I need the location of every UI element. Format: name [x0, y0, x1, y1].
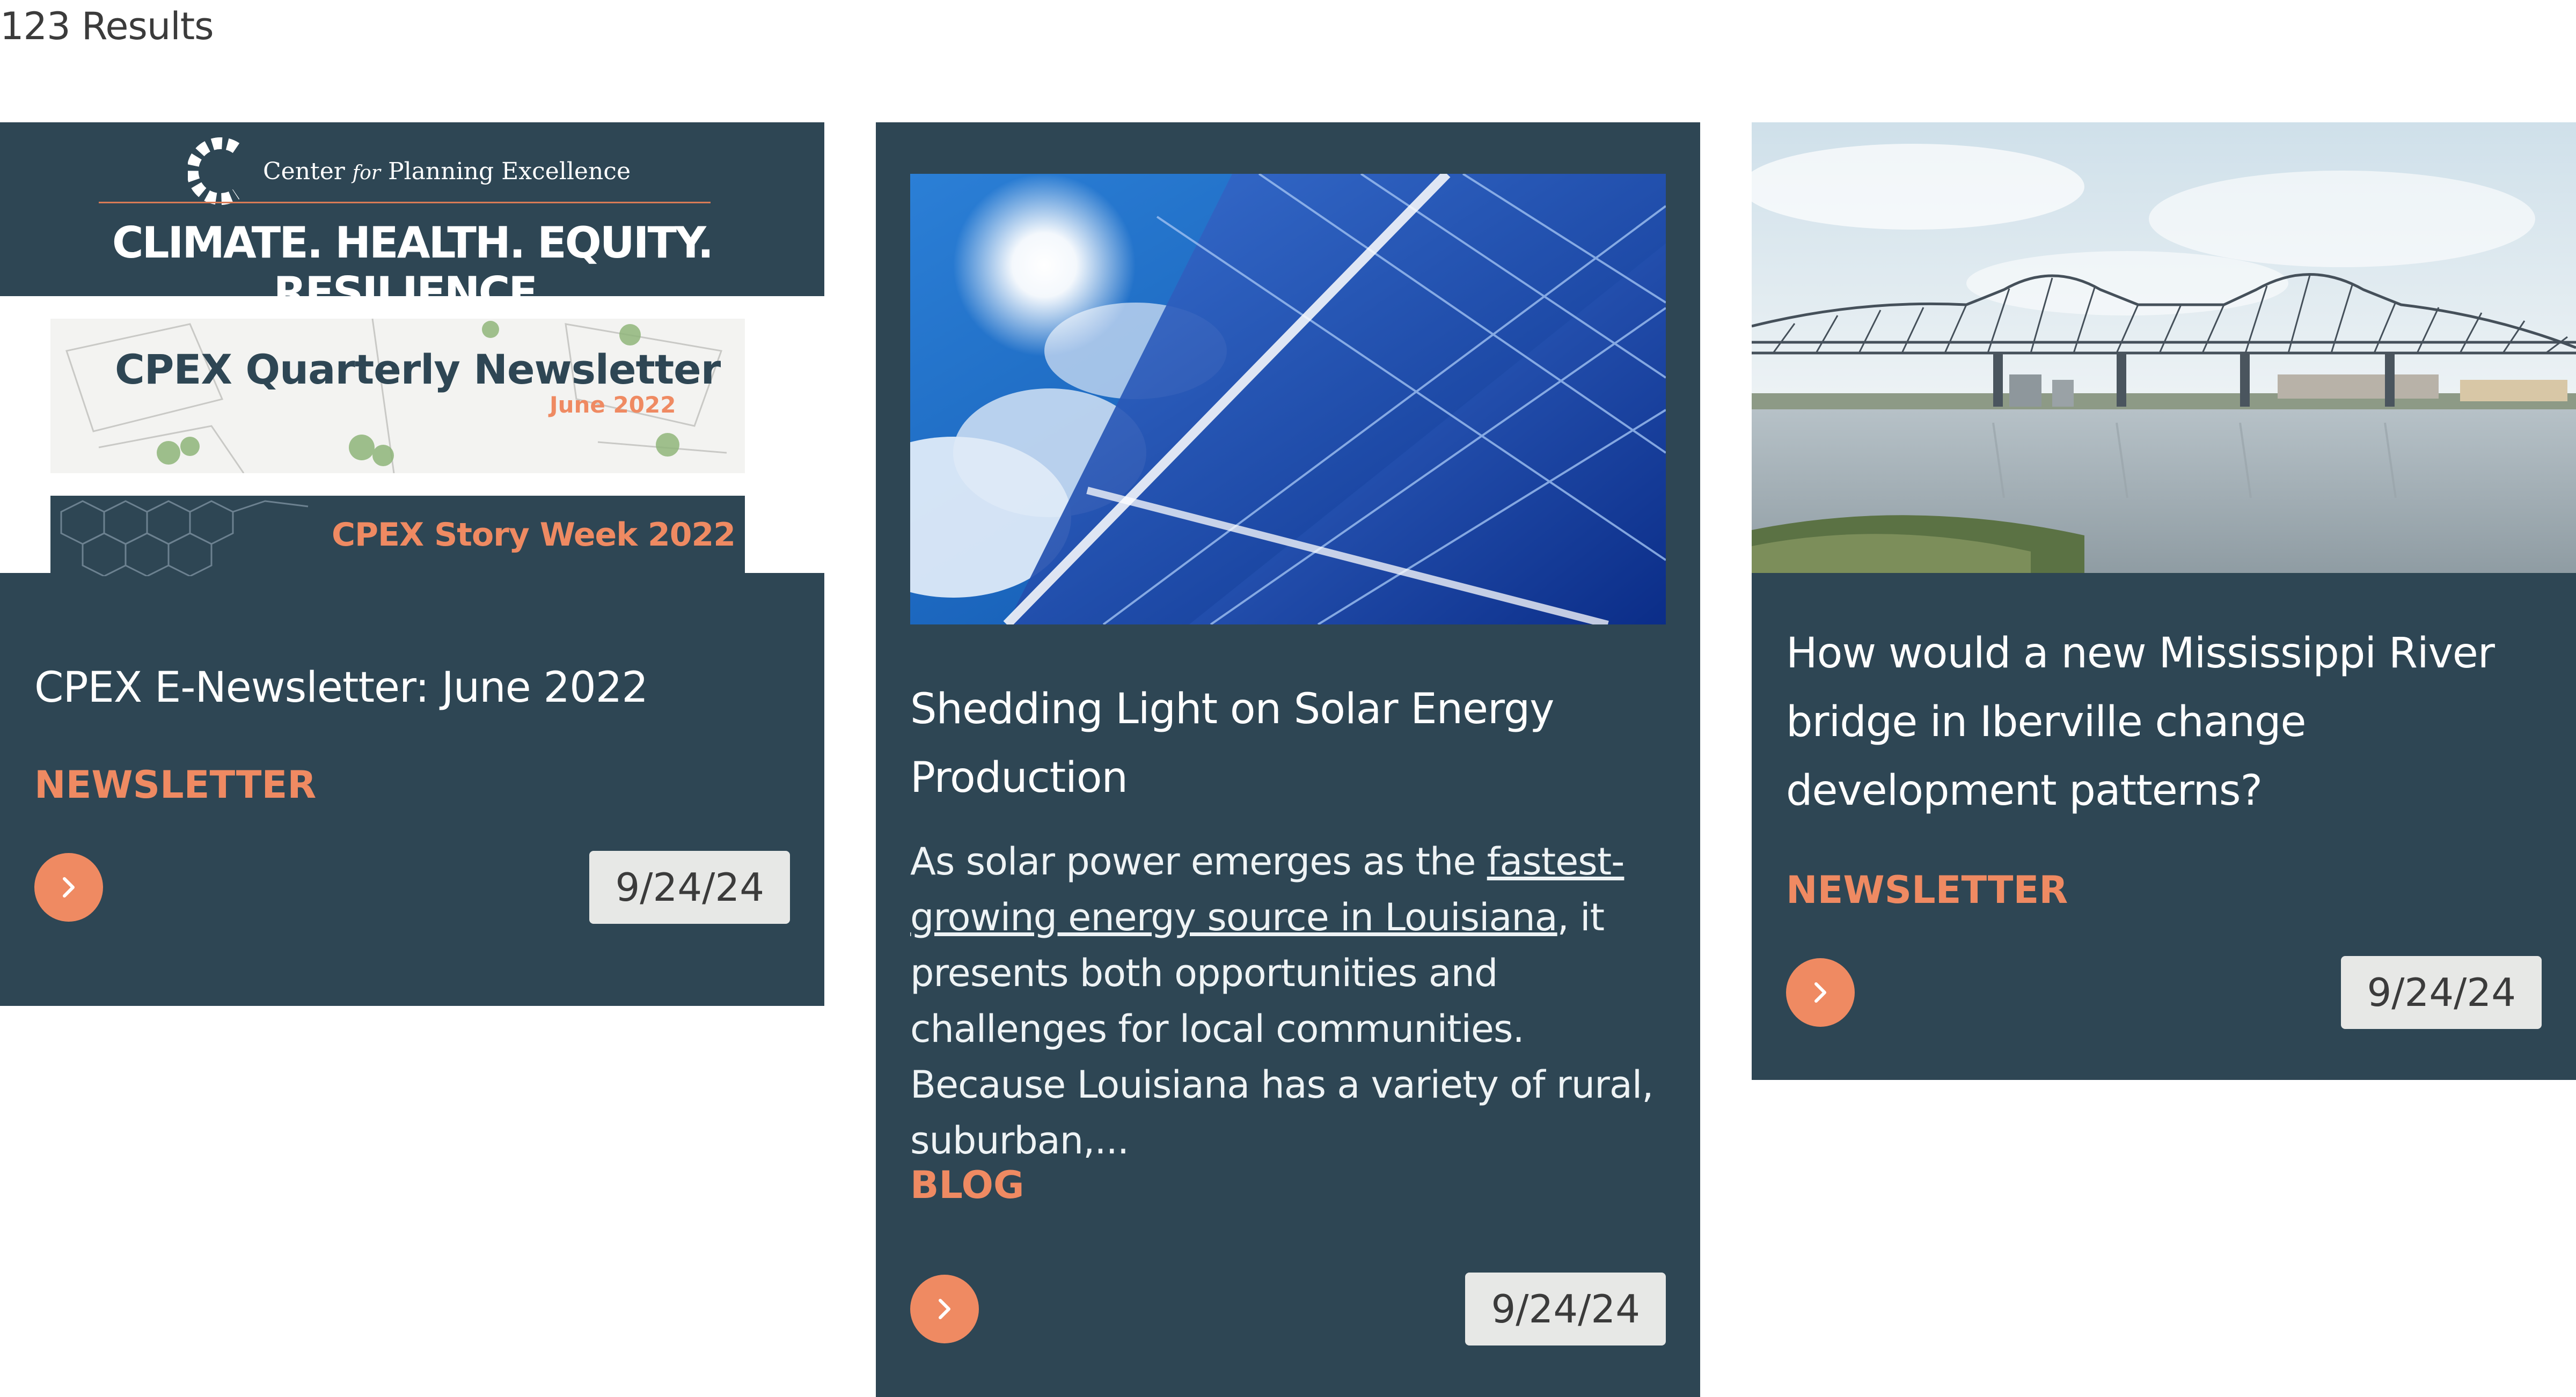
card-title[interactable]: CPEX E-Newsletter: June 2022 — [34, 653, 790, 722]
story-week-banner: CPEX Story Week 2022 — [50, 496, 745, 576]
card-image — [1752, 122, 2576, 573]
chevron-right-icon — [63, 877, 75, 898]
card-category: BLOG — [910, 1163, 1024, 1207]
result-card[interactable]: How would a new Mississippi River bridge… — [1752, 122, 2576, 1080]
read-more-button[interactable] — [910, 1275, 979, 1343]
read-more-button[interactable] — [1786, 958, 1855, 1027]
chevron-right-icon — [939, 1299, 950, 1319]
card-image: Center for Planning Excellence CLIMATE. … — [0, 122, 824, 576]
date-badge: 9/24/24 — [2341, 956, 2542, 1029]
read-more-button[interactable] — [34, 853, 103, 922]
newsletter-banner: CPEX Quarterly Newsletter June 2022 — [50, 319, 745, 473]
tagline: CLIMATE. HEALTH. EQUITY. RESILIENCE. — [112, 218, 714, 318]
cpex-logo: Center for Planning Excellence — [188, 136, 631, 206]
card-image — [910, 174, 1666, 624]
solar-panel-image — [910, 174, 1666, 624]
card-category: NEWSLETTER — [34, 763, 317, 807]
card-title[interactable]: How would a new Mississippi River bridge… — [1786, 619, 2542, 825]
card-category: NEWSLETTER — [1786, 868, 2068, 912]
bridge-image — [1752, 122, 2576, 573]
result-card[interactable]: Shedding Light on Solar Energy Productio… — [876, 122, 1700, 1397]
banner-title: CPEX Quarterly Newsletter — [115, 345, 721, 393]
results-count: 123 Results — [0, 4, 214, 48]
divider — [99, 202, 711, 203]
card-excerpt: As solar power emerges as the fastest-gr… — [910, 840, 1653, 1163]
card-title[interactable]: Shedding Light on Solar Energy Productio… — [910, 675, 1666, 812]
date-badge: 9/24/24 — [589, 851, 790, 924]
banner-date: June 2022 — [550, 392, 676, 418]
chevron-right-icon — [1814, 982, 1826, 1003]
hexagon-pattern — [60, 500, 309, 576]
cpex-logo-icon — [188, 137, 240, 205]
result-card[interactable]: Center for Planning Excellence CLIMATE. … — [0, 122, 824, 1006]
story-week-label: CPEX Story Week 2022 — [331, 516, 736, 554]
date-badge: 9/24/24 — [1465, 1273, 1666, 1345]
image-header: Center for Planning Excellence CLIMATE. … — [0, 122, 824, 318]
